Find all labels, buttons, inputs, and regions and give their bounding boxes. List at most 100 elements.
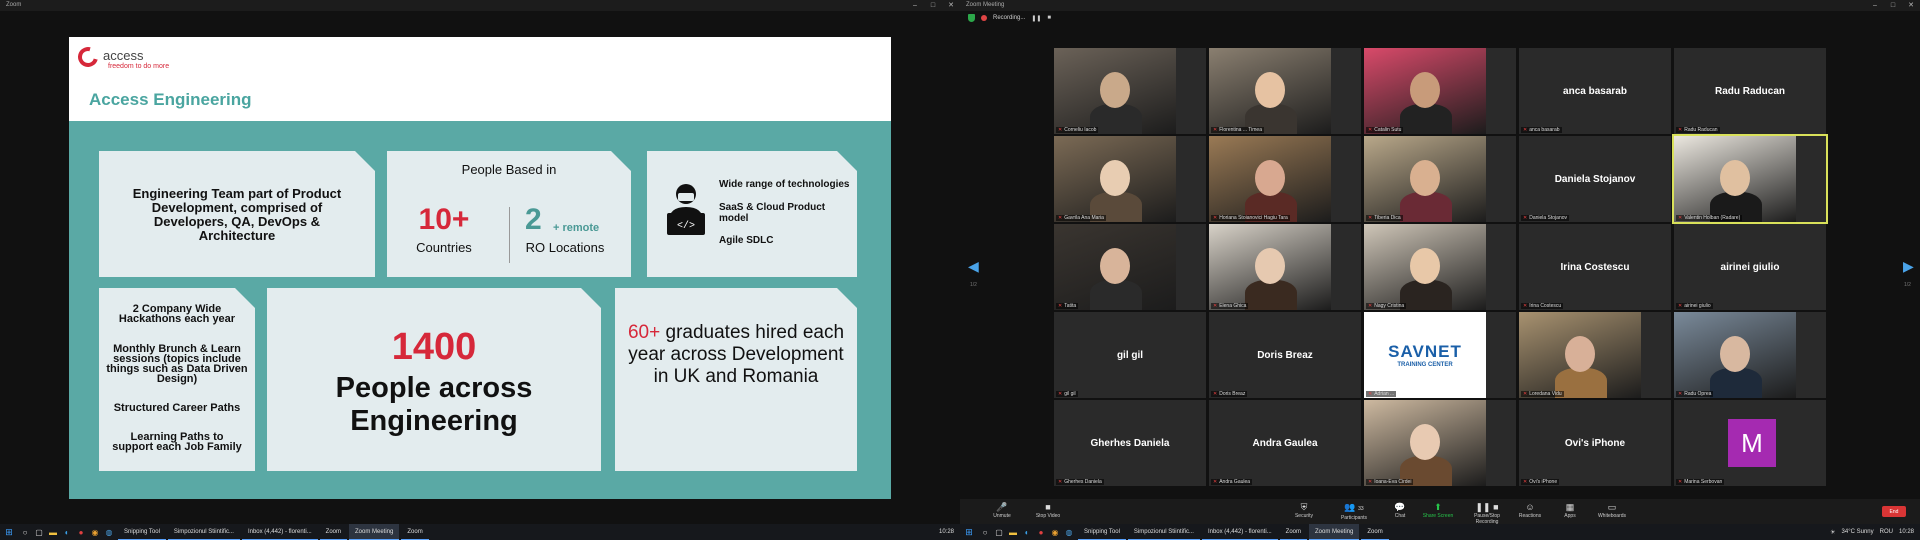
participant-tile[interactable]: Daniela Stojanov ✕ Daniela Stojanov [1519,136,1671,222]
task-view-icon[interactable]: ▢ [992,524,1006,540]
pause-recording-icon[interactable]: ❚❚ [1031,15,1041,22]
mic-muted-icon: ✕ [1058,303,1063,309]
participant-tile[interactable]: ✕ Valentin Holban (Radare) [1672,134,1828,224]
shared-slide: access freedom to do more Access Enginee… [69,37,891,499]
task-view-icon[interactable]: ▢ [32,524,46,540]
weather-icon[interactable]: ☀ [1830,529,1835,536]
culture-item-3: Structured Career Paths [113,402,241,414]
participant-tile[interactable]: ✕ Corneliu Iacob [1054,48,1206,134]
app-red-icon[interactable]: ● [1034,524,1048,540]
participants-icon: 👥 33 [1344,502,1364,512]
close-icon[interactable]: ✕ [942,0,960,11]
taskbar-app-word[interactable]: Simpozionul Stiintific... [1127,524,1200,540]
participant-tile[interactable]: ✕ Ioana-Eva Cirdei [1364,400,1516,486]
participant-tile[interactable]: ✕ Elena Ghica [1209,224,1361,310]
participant-tile[interactable]: ✕ Radu Oprea [1674,312,1826,398]
participant-tile[interactable]: ✕ Gavrila Ana Maria [1054,136,1206,222]
taskbar-app-inbox[interactable]: Inbox (4,442) - florenti... [241,524,318,540]
search-icon[interactable]: ○ [18,524,32,540]
culture-box: 2 Company Wide Hackathons each year Mont… [99,288,255,471]
participant-tile[interactable]: Doris Breaz ✕ Doris Breaz [1209,312,1361,398]
participant-name: Doris Breaz [1219,391,1246,397]
minimize-icon[interactable]: – [1866,0,1884,11]
security-button[interactable]: ⛨ Security [1284,501,1324,519]
file-explorer-icon[interactable]: ▬ [46,524,60,540]
participant-name: Loredana Vidu [1529,391,1562,397]
participant-tile[interactable]: anca basarab ✕ anca basarab [1519,48,1671,134]
participant-video [1674,136,1796,222]
maximize-icon[interactable]: □ [1884,0,1902,11]
savnet-logo-text: SAVNET [1388,342,1462,361]
language-indicator[interactable]: ROU [1880,529,1893,535]
edge-icon[interactable]: ◐ [60,524,74,540]
edge-icon[interactable]: ◐ [1020,524,1034,540]
stop-video-label: Stop Video [1035,513,1061,519]
window-title: Zoom Meeting [966,2,1005,8]
prev-page-icon[interactable]: ◀ [968,258,979,275]
clock[interactable]: 10:28 [939,529,954,535]
participant-name: gil gil [1064,391,1076,397]
file-explorer-icon[interactable]: ▬ [1006,524,1020,540]
weather-label[interactable]: 34°C Sunny [1842,529,1874,535]
taskbar-app-snipping[interactable]: Snipping Tool [1078,524,1126,540]
participant-tile[interactable]: ✕ Catalin Sutu [1364,48,1516,134]
share-screen-button[interactable]: ⬆ Share Screen [1418,501,1458,519]
pause-stop-recording-button[interactable]: ❚❚ ■ Pause/Stop Recording [1462,501,1512,525]
reactions-button[interactable]: ☺ Reactions [1510,501,1550,519]
participant-tile[interactable]: ✕ Loredana Vidu [1519,312,1671,398]
participant-tile[interactable]: airinei giulio ✕ airinei giulio [1674,224,1826,310]
chrome-icon[interactable]: ◍ [1062,524,1076,540]
participant-tile[interactable]: Ovi's iPhone ✕ Ovi's iPhone [1519,400,1671,486]
participant-tile[interactable]: gil gil ✕ gil gil [1054,312,1206,398]
participant-tile[interactable]: SAVNET TRAINING CENTER ✕ Adrian ... [1364,312,1516,398]
participant-tile[interactable]: ✕ Tatita [1054,224,1206,310]
taskbar-app-snipping[interactable]: Snipping Tool [118,524,166,540]
whiteboard-icon: ▭ [1607,502,1617,512]
maximize-icon[interactable]: □ [924,0,942,11]
taskbar-app-inbox[interactable]: Inbox (4,442) - florenti... [1201,524,1278,540]
whiteboards-button[interactable]: ▭ Whiteboards [1592,501,1632,519]
taskbar-app-word[interactable]: Simpozionul Stiintific... [167,524,240,540]
participant-tile[interactable]: M ✕ Marina Serbovan [1674,400,1826,486]
taskbar-app-zoom-meeting[interactable]: Zoom Meeting [349,524,400,540]
taskbar-app-zoom-meeting[interactable]: Zoom Meeting [1309,524,1360,540]
mic-muted-icon: ✕ [1523,479,1528,485]
participant-name: Andra Gaulea [1219,479,1251,485]
taskbar-app-zoom[interactable]: Zoom [1279,524,1307,540]
apps-button[interactable]: ▦ Apps [1550,501,1590,519]
participants-count: 33 [1358,506,1364,512]
participant-video [1364,48,1486,134]
clock[interactable]: 10:28 [1899,529,1914,535]
windows-start-icon[interactable]: ⊞ [960,524,978,540]
mic-muted-icon: ✕ [1058,479,1063,485]
close-icon[interactable]: ✕ [1902,0,1920,11]
participants-button[interactable]: 👥 33 Participants [1334,501,1374,521]
participant-tile[interactable]: Radu Raducan ✕ Radu Raducan [1674,48,1826,134]
search-icon[interactable]: ○ [978,524,992,540]
participant-tile[interactable]: ✕ Horiana Stoianovici Hagiu Tara [1209,136,1361,222]
chrome-icon[interactable]: ◍ [102,524,116,540]
participant-face [1100,160,1130,196]
windows-start-icon[interactable]: ⊞ [0,524,18,540]
stop-recording-icon[interactable]: ■ [1047,15,1051,21]
participant-body [1090,280,1142,310]
chat-button[interactable]: 💬 Chat [1380,501,1420,519]
participant-tile[interactable]: ✕ Nagy Cristina [1364,224,1516,310]
taskbar-app-zoom[interactable]: Zoom [319,524,347,540]
participant-tile[interactable]: Irina Costescu ✕ Irina Costescu [1519,224,1671,310]
taskbar-app-zoom-2[interactable]: Zoom [1361,524,1389,540]
stop-video-button[interactable]: ■ Stop Video [1028,501,1068,519]
next-page-icon[interactable]: ▶ [1903,258,1914,275]
end-meeting-button[interactable]: End [1882,506,1906,517]
participant-tile[interactable]: Andra Gaulea ✕ Andra Gaulea [1209,400,1361,486]
minimize-icon[interactable]: – [906,0,924,11]
encryption-shield-icon[interactable] [968,14,975,22]
app-red-icon[interactable]: ● [74,524,88,540]
participant-tile[interactable]: Gherhes Daniela ✕ Gherhes Daniela [1054,400,1206,486]
taskbar-app-zoom-2[interactable]: Zoom [401,524,429,540]
firefox-icon[interactable]: ◉ [1048,524,1062,540]
unmute-button[interactable]: 🎤 Unmute [982,501,1022,519]
participant-tile[interactable]: ✕ Tiberia Dica [1364,136,1516,222]
firefox-icon[interactable]: ◉ [88,524,102,540]
participant-tile[interactable]: ✕ Florentina ... Timea [1209,48,1361,134]
